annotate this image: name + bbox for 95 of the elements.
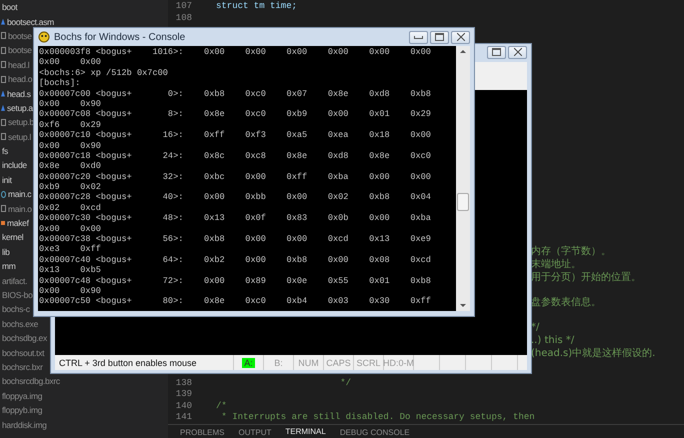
explorer-item[interactable]: kernel: [2, 232, 24, 242]
status-text: CTRL + 3rd button enables mouse: [59, 358, 196, 368]
explorer-item[interactable]: setup.b: [8, 117, 34, 128]
console-line: 0x02 0xcd: [39, 202, 102, 214]
explorer-item[interactable]: floppyb.img: [2, 405, 42, 416]
console-line: 0x000003f8 <bogus+ 1016>: 0x00 0x00 0x00 0x00 0x00 0x00: [39, 47, 432, 58]
scrollbar[interactable]: [456, 46, 470, 311]
explorer-item[interactable]: setup.l: [8, 132, 31, 142]
status-indicator: CAPS: [325, 358, 352, 368]
explorer-item[interactable]: setup.a: [7, 102, 33, 113]
console-line: 0x00007c30 <bogus+ 48>: 0x13 0x0f 0x83 0x0b 0x00 0xba: [39, 213, 432, 224]
explorer-item[interactable]: mm: [2, 261, 16, 272]
explorer-item[interactable]: bochsdbg.ex: [2, 333, 47, 344]
explorer-item[interactable]: main.o: [8, 204, 32, 214]
explorer-item[interactable]: init: [2, 174, 12, 185]
status-indicator: B:: [273, 358, 284, 368]
app-icon: [38, 31, 50, 43]
line-number: 139: [174, 389, 192, 400]
explorer-item[interactable]: artifact.: [2, 276, 28, 286]
explorer-item[interactable]: floppya.img: [2, 390, 42, 401]
explorer-item[interactable]: bochs.exe: [2, 318, 38, 329]
line-number: 138: [174, 378, 192, 388]
console-line: 0x00 0x90: [39, 286, 102, 296]
panel-tab[interactable]: TERMINAL: [285, 427, 326, 438]
line-number: 141: [174, 412, 192, 422]
console-line: 0xe3 0xff: [39, 244, 102, 255]
console-line: 0x00 0x90: [39, 140, 102, 151]
console-line: 0x00 0x00: [39, 57, 102, 68]
explorer-item[interactable]: bochs-c: [2, 304, 30, 314]
explorer-item[interactable]: fs: [2, 146, 8, 156]
code-comment: 末端地址。: [531, 259, 582, 271]
explorer-item[interactable]: bochsout.txt: [2, 348, 44, 358]
explorer-item[interactable]: head.s: [7, 88, 31, 99]
file-icon: [1, 90, 5, 97]
explorer-item[interactable]: BIOS-bo: [2, 290, 32, 300]
file-icon: [1, 221, 5, 226]
panel-tab[interactable]: PROBLEMS: [180, 427, 224, 438]
maximize-button[interactable]: [487, 46, 506, 58]
code-comment: */: [531, 322, 540, 334]
console-line: <bochs:6> xp /512b 0x7c00: [39, 68, 169, 78]
explorer-item[interactable]: bootse: [8, 30, 32, 41]
console-line: 0x00007c50 <bogus+ 80>: 0x8e 0xc0 0xb4 0x03 0x30 0xff: [39, 296, 432, 307]
panel-tab[interactable]: DEBUG CONSOLE: [340, 427, 410, 438]
explorer-item[interactable]: boot: [2, 2, 18, 12]
console-line: [bochs]:: [39, 78, 82, 89]
console-line: 0x00 0x90: [39, 98, 102, 110]
status-indicator: HD:0-M: [382, 358, 415, 368]
explorer-item[interactable]: head.l: [8, 60, 30, 70]
line-number: 140: [174, 400, 192, 411]
code-comment: (head.s)中就是这样假设的.: [531, 348, 656, 360]
explorer-item[interactable]: bootsect.asm: [7, 16, 54, 27]
line-number: 107: [174, 1, 192, 11]
console-line: 0x00007c20 <bogus+ 32>: 0xbc 0x00 0xff 0xba 0x00 0x00: [39, 172, 432, 182]
code-comment: 盘参数表信息。: [531, 297, 602, 309]
close-button[interactable]: [451, 30, 470, 44]
console-line: 0x13 0xb5: [39, 265, 102, 276]
panel-tab[interactable]: OUTPUT: [238, 427, 272, 438]
console-line: 0x00007c40 <bogus+ 64>: 0xb2 0x00 0xb8 0x00 0x08 0xcd: [39, 254, 432, 266]
explorer-item[interactable]: bochsrc.bxr: [2, 362, 43, 372]
explorer-item[interactable]: harddisk.img: [2, 420, 47, 430]
console-line: 0x8e 0xd0: [39, 161, 102, 172]
console-line: 0x00007c18 <bogus+ 24>: 0x8c 0xc8 0x8e 0xd8 0x8e 0xc0: [39, 150, 432, 162]
explorer-item[interactable]: bootse: [8, 45, 32, 56]
console-line: 0x00007c28 <bogus+ 40>: 0x00 0xbb 0x00 0x02 0xb8 0x04: [39, 192, 432, 203]
code-text: * Interrupts are still disabled. Do necessary setups, then: [220, 412, 535, 422]
explorer-item[interactable]: include: [2, 160, 27, 170]
code-comment: 用于分页）开始的位置。: [531, 272, 642, 284]
console-line: 0xb9 0x02: [39, 182, 102, 192]
explorer-item[interactable]: makef: [7, 218, 29, 228]
console-line: 0x00007c10 <bogus+ 16>: 0xff 0xf3 0xa5 0xea 0x18 0x00: [39, 130, 432, 141]
maximize-button[interactable]: [430, 30, 449, 44]
explorer-item[interactable]: head.o: [8, 74, 32, 84]
status-indicator: A:: [242, 358, 255, 368]
code-text: struct tm time;: [216, 1, 298, 11]
close-button[interactable]: [508, 46, 527, 58]
code-text: */: [339, 378, 352, 388]
window-title: Bochs for Windows - Console: [54, 32, 186, 42]
code-comment: 内存（字节数）。: [531, 246, 612, 258]
console-line: 0x00007c48 <bogus+ 72>: 0x00 0x89 0x0e 0x55 0x01 0xb8: [39, 276, 432, 286]
minimize-button[interactable]: [409, 30, 428, 44]
status-indicator: SCRL: [355, 358, 382, 368]
console-line: 0x00007c08 <bogus+ 8>: 0x8e 0xc0 0xb9 0x00 0x01 0x29: [39, 109, 432, 120]
line-number: 108: [174, 13, 192, 23]
code-comment: ..) this */: [531, 335, 576, 347]
file-icon: [1, 104, 5, 111]
file-icon: [1, 18, 5, 25]
console-line: 0x00 0x00: [39, 224, 102, 234]
explorer-item[interactable]: bochsrcdbg.bxrc: [2, 376, 60, 386]
console-line: 0x00007c38 <bogus+ 56>: 0xb8 0x00 0x00 0xcd 0x13 0xe9: [39, 234, 432, 244]
status-indicator: NUM: [297, 358, 320, 368]
explorer-item[interactable]: lib: [2, 246, 10, 257]
explorer-item[interactable]: main.c: [8, 189, 32, 200]
console-line: 0xf6 0x29: [39, 120, 102, 130]
code-text: /*: [216, 400, 227, 411]
console-line: 0x00007c00 <bogus+ 0>: 0xb8 0xc0 0x07 0x8e 0xd8 0xb8: [39, 88, 432, 99]
